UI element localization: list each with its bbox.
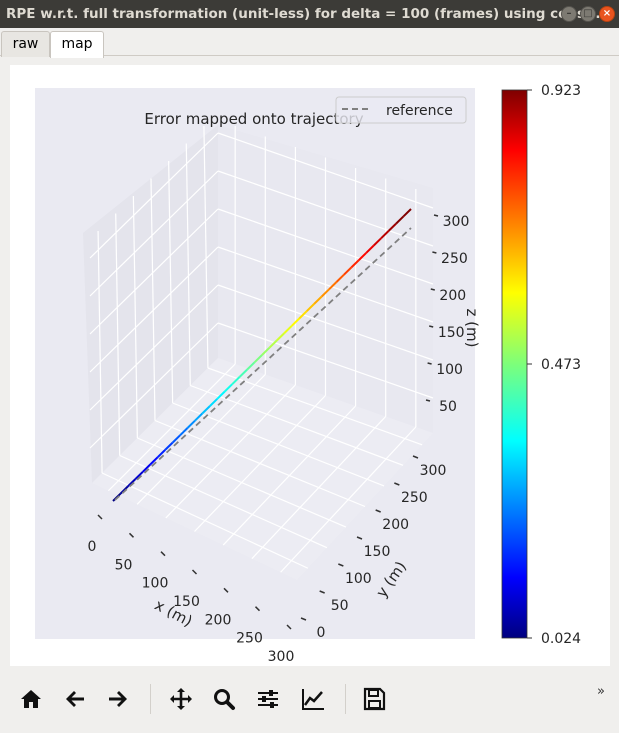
toolbar-separator: [150, 684, 151, 714]
save-floppy-icon[interactable]: [361, 686, 387, 712]
pan-move-icon[interactable]: [168, 686, 194, 712]
colorbar-tick-label: 0.923: [541, 83, 581, 99]
y-tick-label: 200: [382, 517, 409, 533]
colorbar-ticks: 0.923 0.473 0.024: [527, 83, 581, 647]
toolbar-overflow-button[interactable]: »: [597, 684, 605, 699]
navigation-toolbar: »: [0, 672, 619, 727]
chart-title: Error mapped onto trajectory: [144, 110, 363, 128]
x-tick-label: 50: [115, 557, 133, 573]
forward-arrow-icon[interactable]: [105, 686, 131, 712]
colorbar-tick-label: 0.024: [541, 631, 581, 647]
z-tick-label: 150: [438, 325, 465, 341]
y-tick-label: 150: [364, 544, 391, 560]
y-tick-label: 250: [401, 490, 428, 506]
y-tick-label: 50: [331, 598, 349, 614]
z-tick-label: 300: [443, 214, 470, 230]
home-icon[interactable]: [18, 686, 44, 712]
z-tick-label: 50: [439, 399, 457, 415]
x-tick-label: 300: [268, 649, 295, 665]
z-tick-label: 100: [436, 362, 463, 378]
configure-subplots-icon[interactable]: [255, 686, 281, 712]
edit-axes-icon[interactable]: [300, 686, 326, 712]
z-tick-label: 250: [441, 251, 468, 267]
toolbar-separator: [345, 684, 346, 714]
z-axis-label: z (m): [463, 309, 481, 348]
x-tick-label: 0: [88, 539, 97, 555]
y-tick-label: 300: [420, 463, 447, 479]
back-arrow-icon[interactable]: [62, 686, 88, 712]
plot-3d: Error mapped onto trajectory reference 0…: [35, 83, 581, 665]
legend[interactable]: reference: [335, 96, 467, 124]
y-tick-label: 0: [317, 625, 326, 641]
zoom-magnifier-icon[interactable]: [211, 686, 237, 712]
y-tick-label: 100: [345, 571, 372, 587]
colorbar-tick-label: 0.473: [541, 357, 581, 373]
x-tick-label: 100: [142, 576, 169, 592]
z-tick-label: 200: [439, 288, 466, 304]
x-tick-label: 200: [205, 612, 232, 628]
x-tick-label: 250: [236, 631, 263, 647]
colorbar: [501, 89, 528, 639]
legend-label: reference: [386, 103, 453, 119]
